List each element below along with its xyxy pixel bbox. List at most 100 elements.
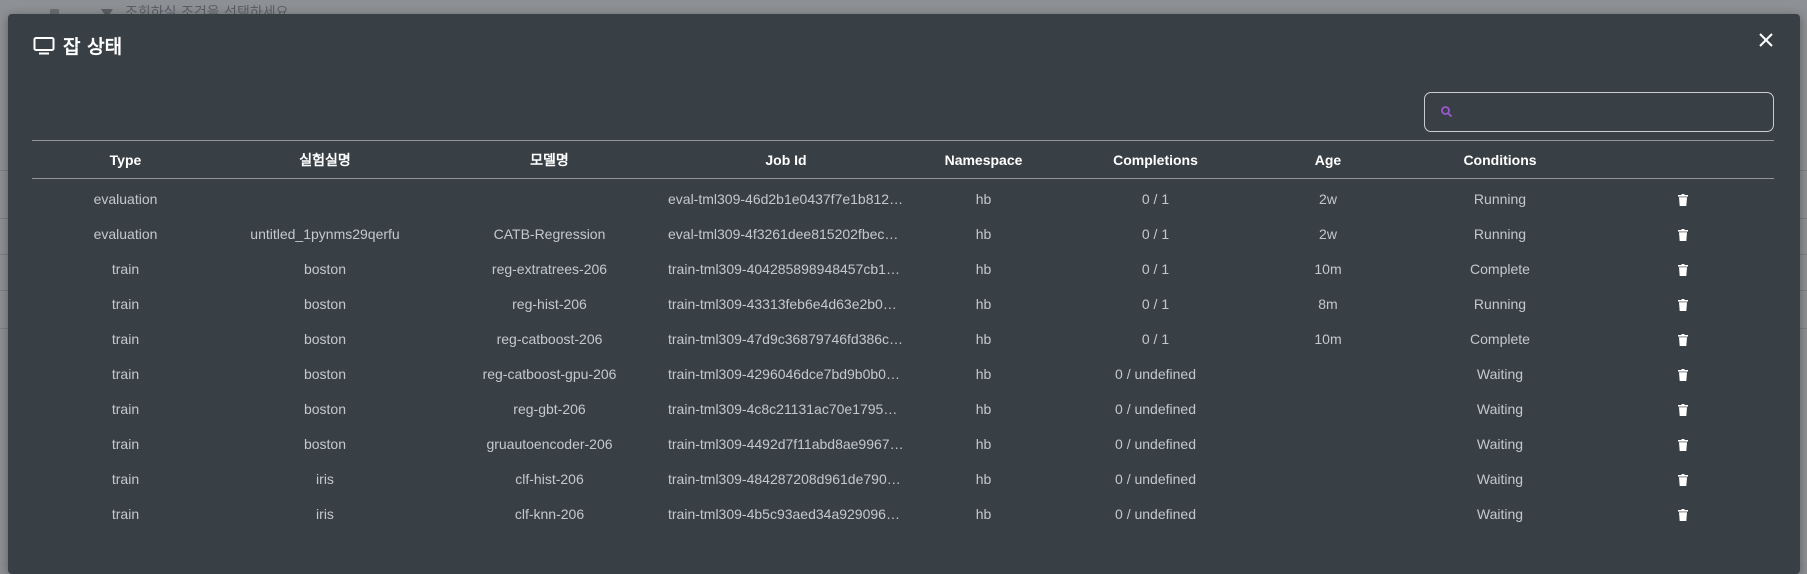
modal-header: 잡 상태 [33,32,122,59]
column-header-namespace[interactable]: Namespace [904,140,1063,179]
cell-type: evaluation [93,190,158,207]
cell-age [1248,461,1408,496]
cell-condition: Waiting [1476,505,1524,522]
trash-icon[interactable] [1678,193,1688,206]
cell-experiment: boston [303,260,347,277]
cell-model: reg-gbt-206 [513,400,586,417]
table-row[interactable]: train boston reg-gbt-206 train-tml309-4c8c2… [32,391,1774,426]
cell-age [1248,426,1408,461]
cell-namespace: hb [975,260,992,277]
trash-icon[interactable] [1678,473,1688,486]
cell-condition: Waiting [1476,470,1524,487]
table-row[interactable]: evaluation untitled_1pynms29qerfu CATB-Reg… [32,216,1774,251]
cell-actions [1592,356,1774,391]
column-header-conditions[interactable]: Conditions [1408,140,1592,179]
job-status-modal: 잡 상태 Type 실험실명 모델명 Job Id Namespace Comp… [8,14,1800,574]
trash-icon[interactable] [1678,298,1688,311]
cell-completions: 0 / undefined [1115,505,1196,522]
cell-namespace: hb [975,330,992,347]
cell-model: clf-knn-206 [514,505,585,522]
cell-experiment: boston [303,435,347,452]
cell-model: CATB-Regression [493,225,606,242]
column-header-job-id[interactable]: Job Id [668,140,904,179]
search-field[interactable] [1424,92,1774,132]
cell-age [1248,496,1408,531]
cell-type: train [111,470,140,487]
cell-condition: Waiting [1476,365,1524,382]
close-icon[interactable] [1754,28,1778,52]
table-row[interactable]: train boston gruautoencoder-206 train-tml30… [32,426,1774,461]
column-header-experiment[interactable]: 실험실명 [219,140,431,179]
cell-job-id: train-tml309-4b5c93aed34a9290969... [668,505,904,522]
table-row[interactable]: train boston reg-catboost-gpu-206 train-tml… [32,356,1774,391]
cell-condition: Running [1473,225,1527,242]
table-row[interactable]: train boston reg-extratrees-206 train-tml30… [32,251,1774,286]
column-header-completions[interactable]: Completions [1063,140,1248,179]
table-row[interactable]: train iris clf-hist-206 train-tml309-484287… [32,461,1774,496]
trash-icon[interactable] [1678,368,1688,381]
table-row[interactable]: train boston reg-catboost-206 train-tml309-… [32,321,1774,356]
cell-model: reg-hist-206 [512,295,587,312]
table-header-row: Type 실험실명 모델명 Job Id Namespace Completio… [32,140,1774,179]
column-header-actions [1592,140,1774,179]
cell-namespace: hb [975,190,992,207]
cell-experiment: iris [316,470,334,487]
cell-condition: Running [1473,190,1527,207]
cell-condition: Complete [1470,330,1530,347]
cell-type: train [111,295,140,312]
cell-experiment: boston [303,365,347,382]
cell-actions [1592,496,1774,531]
trash-icon[interactable] [1678,263,1688,276]
cell-model [431,179,668,217]
cell-model: reg-catboost-gpu-206 [482,365,617,382]
column-header-model[interactable]: 모델명 [431,140,668,179]
table-row[interactable]: train boston reg-hist-206 train-tml309-4331… [32,286,1774,321]
cell-actions [1592,461,1774,496]
cell-model: reg-catboost-206 [496,330,603,347]
cell-job-id: train-tml309-4c8c21131ac70e1795a48... [668,400,904,417]
search-input[interactable] [1460,96,1773,128]
trash-icon[interactable] [1678,508,1688,521]
modal-title: 잡 상태 [63,36,123,58]
cell-completions: 0 / undefined [1115,470,1196,487]
cell-age: 10m [1314,330,1342,347]
cell-completions: 0 / 1 [1141,260,1170,277]
trash-icon[interactable] [1678,403,1688,416]
cell-completions: 0 / undefined [1115,365,1196,382]
cell-condition: Waiting [1476,435,1524,452]
cell-job-id: train-tml309-404285898948457cb121... [668,260,904,277]
column-header-age[interactable]: Age [1248,140,1408,179]
cell-namespace: hb [975,400,992,417]
table-row[interactable]: evaluation eval-tml309-46d2b1e0437f7e1b81… [32,179,1774,217]
cell-model: reg-extratrees-206 [491,260,608,277]
cell-experiment: boston [303,330,347,347]
cell-experiment: untitled_1pynms29qerfu [250,225,400,242]
job-table: Type 실험실명 모델명 Job Id Namespace Completio… [32,140,1774,531]
cell-model: gruautoencoder-206 [486,435,613,452]
cell-completions: 0 / 1 [1141,190,1170,207]
cell-experiment: boston [303,295,347,312]
cell-age [1248,356,1408,391]
cell-completions: 0 / 1 [1141,330,1170,347]
trash-icon[interactable] [1678,438,1688,451]
trash-icon[interactable] [1678,228,1688,241]
cell-namespace: hb [975,225,992,242]
cell-condition: Complete [1470,260,1530,277]
trash-icon[interactable] [1678,333,1688,346]
cell-namespace: hb [975,505,992,522]
cell-age: 8m [1318,295,1338,312]
cell-job-id: train-tml309-47d9c36879746fd386cd... [668,330,904,347]
cell-actions [1592,179,1774,217]
cell-type: train [111,435,140,452]
cell-type: train [111,400,140,417]
cell-type: train [111,505,140,522]
cell-age: 2w [1319,190,1337,207]
cell-actions [1592,251,1774,286]
cell-type: train [111,330,140,347]
table-row[interactable]: train iris clf-knn-206 train-tml309-4b5c93a… [32,496,1774,531]
column-header-type[interactable]: Type [32,140,219,179]
cell-age: 2w [1319,225,1337,242]
cell-type: train [111,365,140,382]
cell-completions: 0 / undefined [1115,435,1196,452]
cell-job-id: eval-tml309-4f3261dee815202fbec69... [668,225,904,242]
